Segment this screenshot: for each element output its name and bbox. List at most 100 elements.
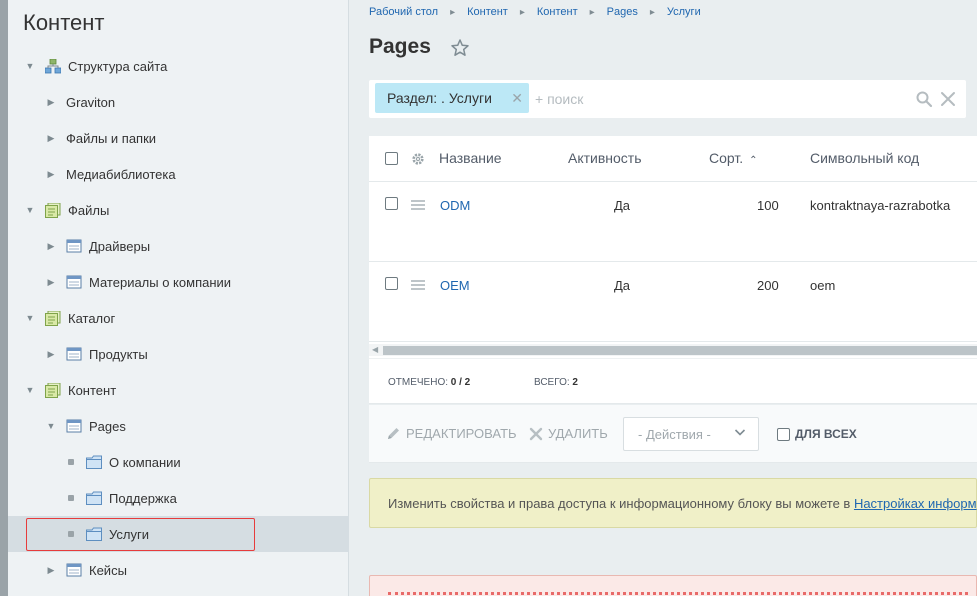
sidebar-item-pages[interactable]: ▼ Pages (8, 408, 349, 444)
expand-arrow-icon[interactable]: ▼ (25, 61, 35, 71)
clear-icon[interactable] (939, 90, 957, 108)
collapse-arrow-icon[interactable]: ▶ (46, 97, 56, 107)
iblock-icon (66, 239, 82, 254)
expand-arrow-icon[interactable]: ▼ (25, 205, 35, 215)
column-header-active[interactable]: Активность (568, 150, 642, 166)
notice-settings-link[interactable]: Настройках информ (854, 496, 977, 511)
select-all-checkbox[interactable] (385, 152, 398, 165)
drag-handle-icon[interactable] (411, 280, 425, 290)
delete-icon (529, 427, 543, 440)
gear-icon[interactable] (411, 152, 425, 166)
left-strip (0, 0, 8, 596)
sidebar-item-files-folders[interactable]: ▶ Файлы и папки (8, 120, 349, 156)
horizontal-scrollbar[interactable]: ◀ (369, 344, 977, 356)
folder-icon (86, 527, 102, 542)
filter-chip-label: Раздел: . Услуги (387, 90, 492, 106)
expand-arrow-icon[interactable]: ▼ (46, 421, 56, 431)
star-icon[interactable] (450, 38, 470, 58)
checked-label: Отмечено: (388, 377, 448, 388)
sidebar-item-label: Медиабиблиотека (66, 166, 176, 182)
error-text-cutoff (388, 592, 968, 596)
sidebar-tree: ▼ Структура сайта ▶ Graviton ▶ Файлы и п… (8, 48, 349, 588)
row-name-link[interactable]: OEM (440, 278, 470, 293)
sidebar-item-label: Graviton (66, 94, 116, 110)
sidebar-item-label: Структура сайта (68, 58, 168, 74)
edit-button[interactable]: Редактировать (386, 426, 517, 441)
sidebar-item-content[interactable]: ▼ Контент (8, 372, 349, 408)
filter-chip[interactable]: Раздел: . Услуги ✕ (375, 83, 529, 113)
column-header-sort[interactable]: Сорт. ⌃ (709, 150, 758, 166)
edit-button-label: Редактировать (406, 426, 517, 441)
sidebar-item-services[interactable]: Услуги (8, 516, 349, 552)
checked-value: 0 / 2 (450, 377, 471, 388)
pencil-icon (388, 428, 399, 439)
site-structure-icon (45, 58, 61, 74)
sidebar-item-medialibrary[interactable]: ▶ Медиабиблиотека (8, 156, 349, 192)
action-panel: Редактировать Удалить - Действия - Для в… (369, 405, 977, 463)
breadcrumb-separator-icon: ▸ (450, 6, 456, 18)
sidebar-item-label: Файлы (68, 202, 110, 218)
collapse-arrow-icon[interactable]: ▶ (46, 133, 56, 143)
sidebar: Контент ▼ Структура сайта ▶ Graviton ▶ Ф… (8, 0, 349, 596)
sidebar-item-graviton[interactable]: ▶ Graviton (8, 84, 349, 120)
breadcrumb: Рабочий стол ▸ Контент ▸ Контент ▸ Pages… (369, 6, 701, 18)
table-row[interactable]: OEM Да 200 oem (369, 262, 977, 342)
column-header-code[interactable]: Символьный код (810, 150, 919, 166)
row-sort: 100 (757, 198, 779, 213)
row-checkbox[interactable] (385, 277, 398, 290)
column-header-sort-label: Сорт. (709, 150, 744, 166)
sidebar-item-products[interactable]: ▶ Продукты (8, 336, 349, 372)
scroll-left-icon[interactable]: ◀ (372, 345, 378, 354)
folder-icon (86, 455, 102, 470)
for-all-label: Для всех (795, 427, 857, 441)
breadcrumb-item-pages[interactable]: Pages (607, 6, 638, 18)
sidebar-item-files[interactable]: ▼ Файлы (8, 192, 349, 228)
breadcrumb-item-desktop[interactable]: Рабочий стол (369, 6, 438, 18)
page-title: Pages (369, 35, 431, 58)
for-all-checkbox[interactable] (777, 427, 790, 441)
collapse-arrow-icon[interactable]: ▶ (46, 565, 56, 575)
delete-button[interactable]: Удалить (529, 426, 608, 441)
collapse-arrow-icon[interactable]: ▶ (46, 241, 56, 251)
column-header-name[interactable]: Название (439, 150, 502, 166)
sidebar-item-label: Кейсы (89, 562, 127, 578)
sidebar-item-site-structure[interactable]: ▼ Структура сайта (8, 48, 349, 84)
sidebar-item-catalog[interactable]: ▼ Каталог (8, 300, 349, 336)
actions-select[interactable]: - Действия - (623, 417, 759, 451)
sidebar-item-cases[interactable]: ▶ Кейсы (8, 552, 349, 588)
sidebar-item-drivers[interactable]: ▶ Драйверы (8, 228, 349, 264)
grid-header: Название Активность Сорт. ⌃ Символьный ко… (369, 136, 977, 182)
breadcrumb-item-content[interactable]: Контент (467, 6, 508, 18)
row-name-link[interactable]: ODM (440, 198, 470, 213)
breadcrumb-item-services[interactable]: Услуги (667, 6, 701, 18)
table-row[interactable]: ODM Да 100 kontraktnaya-razrabotka (369, 182, 977, 262)
drag-handle-icon[interactable] (411, 200, 425, 210)
sidebar-item-label: Услуги (109, 526, 149, 542)
actions-select-value: - Действия - (638, 426, 711, 442)
folder-icon (86, 491, 102, 506)
expand-arrow-icon[interactable]: ▼ (25, 385, 35, 395)
sidebar-item-company-materials[interactable]: ▶ Материалы о компании (8, 264, 349, 300)
sidebar-item-support[interactable]: Поддержка (8, 480, 349, 516)
breadcrumb-separator-icon: ▸ (519, 6, 525, 18)
iblock-icon (66, 275, 82, 290)
collapse-arrow-icon[interactable]: ▶ (46, 277, 56, 287)
search-icon[interactable] (915, 90, 933, 108)
total-label: Всего: (534, 377, 570, 388)
row-code: kontraktnaya-razrabotka (810, 198, 951, 213)
collapse-arrow-icon[interactable]: ▶ (46, 169, 56, 179)
row-checkbox[interactable] (385, 197, 398, 210)
close-icon[interactable]: ✕ (511, 90, 523, 107)
sidebar-item-about[interactable]: О компании (8, 444, 349, 480)
error-notice (369, 575, 977, 596)
for-all-toggle[interactable]: Для всех (777, 427, 857, 441)
bullet-icon (68, 495, 74, 501)
expand-arrow-icon[interactable]: ▼ (25, 313, 35, 323)
sidebar-item-label: Материалы о компании (89, 274, 232, 290)
notice-message: Изменить свойства и права доступа к инфо… (388, 496, 854, 511)
collapse-arrow-icon[interactable]: ▶ (46, 349, 56, 359)
breadcrumb-item-content-2[interactable]: Контент (537, 6, 578, 18)
search-input[interactable] (535, 89, 895, 109)
iblock-icon (66, 419, 82, 434)
scrollbar-thumb[interactable] (383, 346, 977, 355)
